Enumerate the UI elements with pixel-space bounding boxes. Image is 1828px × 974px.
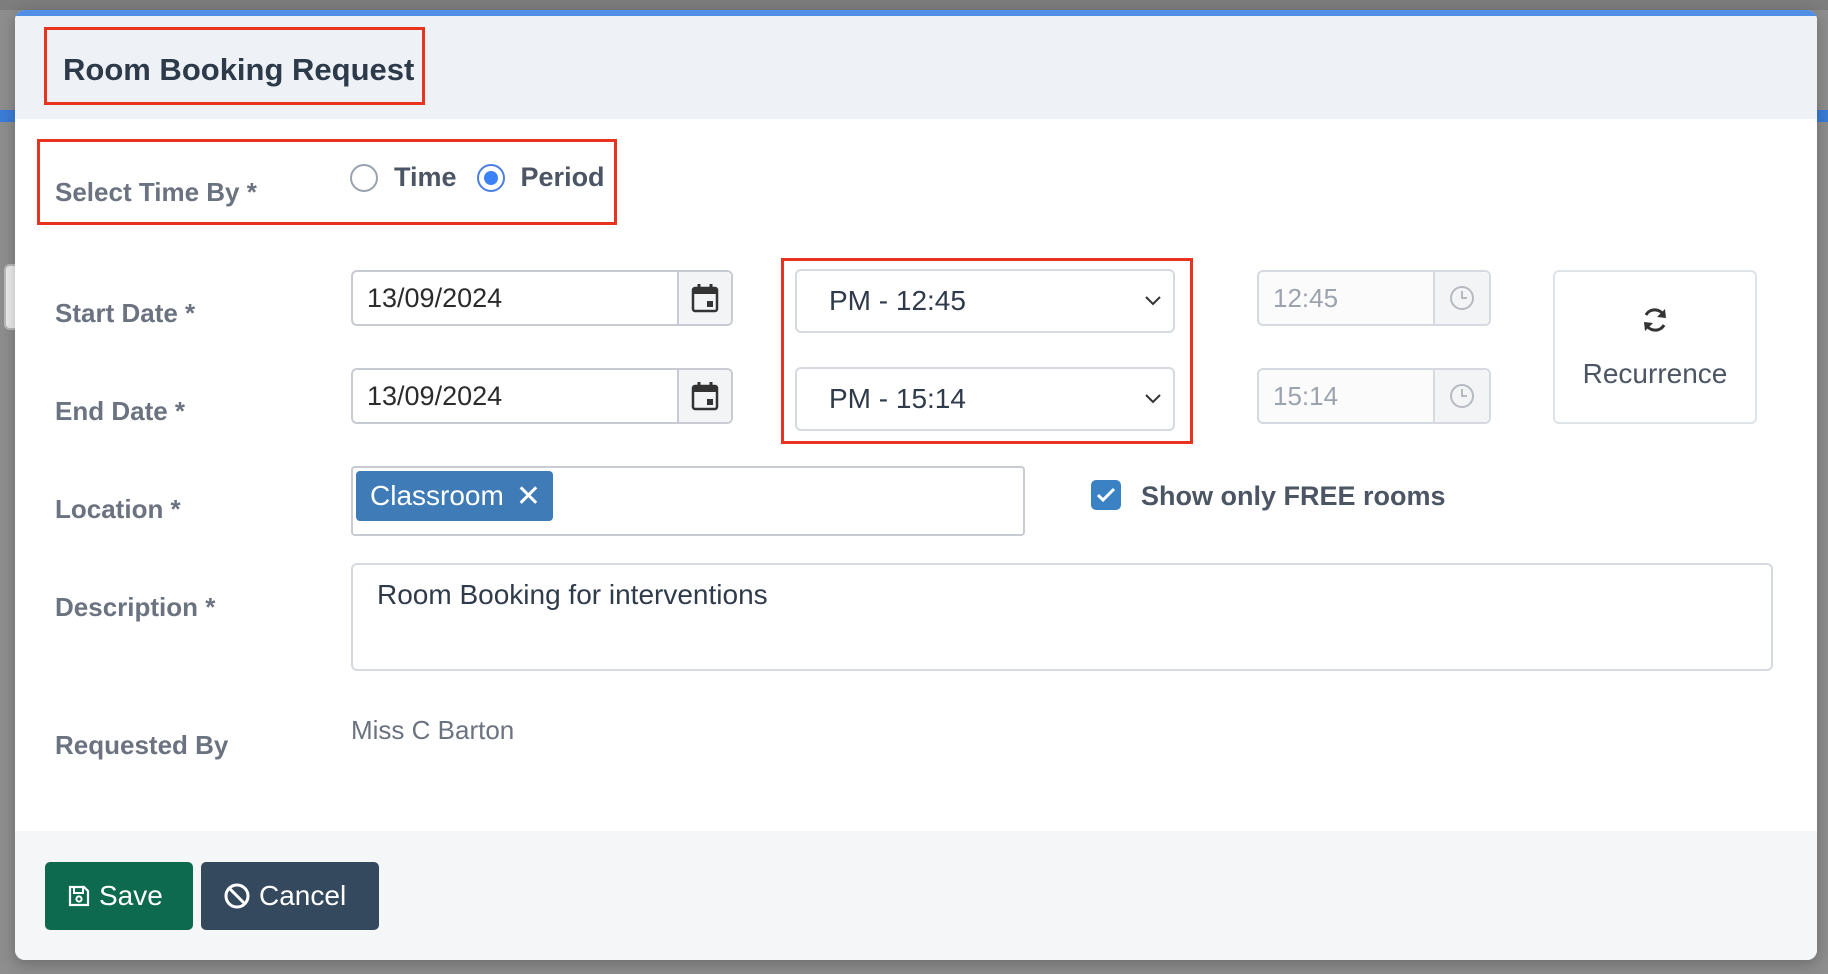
ban-icon bbox=[223, 882, 251, 910]
start-date-label: Start Date * bbox=[55, 298, 196, 328]
start-period-value: PM - 12:45 bbox=[829, 285, 966, 316]
background-page-bar bbox=[0, 0, 1828, 10]
end-period-select[interactable]: PM - 15:14 bbox=[795, 367, 1175, 431]
radio-period-label[interactable]: Period bbox=[521, 162, 605, 193]
start-period-select[interactable]: PM - 12:45 bbox=[795, 269, 1175, 333]
end-time-input: 15:14 bbox=[1257, 368, 1491, 424]
requested-by-value: Miss C Barton bbox=[351, 715, 515, 745]
description-label: Description * bbox=[55, 592, 216, 622]
end-date-value: 13/09/2024 bbox=[367, 380, 503, 411]
location-tag: Classroom ✕ bbox=[356, 471, 553, 521]
chevron-down-icon bbox=[1133, 393, 1173, 405]
dialog-title: Room Booking Request bbox=[63, 52, 415, 87]
clock-icon bbox=[1433, 370, 1489, 422]
start-time-input: 12:45 bbox=[1257, 270, 1491, 326]
radio-period[interactable] bbox=[476, 163, 505, 192]
start-time-value: 12:45 bbox=[1273, 282, 1339, 313]
calendar-icon[interactable] bbox=[677, 272, 731, 324]
end-date-input[interactable]: 13/09/2024 bbox=[351, 368, 733, 424]
location-tag-label: Classroom bbox=[370, 480, 504, 511]
chevron-down-icon bbox=[1133, 295, 1173, 307]
cancel-button[interactable]: Cancel bbox=[201, 862, 379, 930]
end-period-value: PM - 15:14 bbox=[829, 383, 966, 414]
clock-icon bbox=[1433, 272, 1489, 324]
recurrence-button[interactable]: Recurrence bbox=[1553, 270, 1757, 424]
recurrence-label: Recurrence bbox=[1582, 357, 1728, 389]
select-time-by-radio-group: Time Period bbox=[350, 162, 625, 193]
end-time-value: 15:14 bbox=[1273, 380, 1339, 411]
select-time-by-label: Select Time By * bbox=[55, 177, 257, 207]
location-multiselect[interactable]: Classroom ✕ bbox=[351, 466, 1025, 536]
save-button-label: Save bbox=[99, 880, 163, 911]
save-icon bbox=[67, 884, 91, 908]
start-date-input[interactable]: 13/09/2024 bbox=[351, 270, 733, 326]
show-free-rooms-checkbox[interactable] bbox=[1091, 480, 1121, 510]
refresh-icon bbox=[1640, 305, 1670, 340]
cancel-button-label: Cancel bbox=[259, 880, 347, 911]
remove-tag-icon[interactable]: ✕ bbox=[516, 479, 541, 514]
show-free-rooms-label[interactable]: Show only FREE rooms bbox=[1141, 481, 1446, 512]
end-date-label: End Date * bbox=[55, 396, 186, 426]
dialog-header: Room Booking Request bbox=[15, 16, 1817, 119]
requested-by-label: Requested By bbox=[55, 730, 229, 760]
start-date-value: 13/09/2024 bbox=[367, 282, 503, 313]
room-booking-dialog: Room Booking Request Select Time By * Ti… bbox=[15, 10, 1817, 960]
radio-time-label[interactable]: Time bbox=[394, 162, 457, 193]
save-button[interactable]: Save bbox=[45, 862, 193, 930]
calendar-icon[interactable] bbox=[677, 370, 731, 422]
location-label: Location * bbox=[55, 494, 181, 524]
dialog-footer: Save Cancel bbox=[15, 831, 1817, 960]
description-textarea[interactable]: Room Booking for interventions bbox=[351, 563, 1773, 671]
radio-time[interactable] bbox=[350, 163, 378, 192]
